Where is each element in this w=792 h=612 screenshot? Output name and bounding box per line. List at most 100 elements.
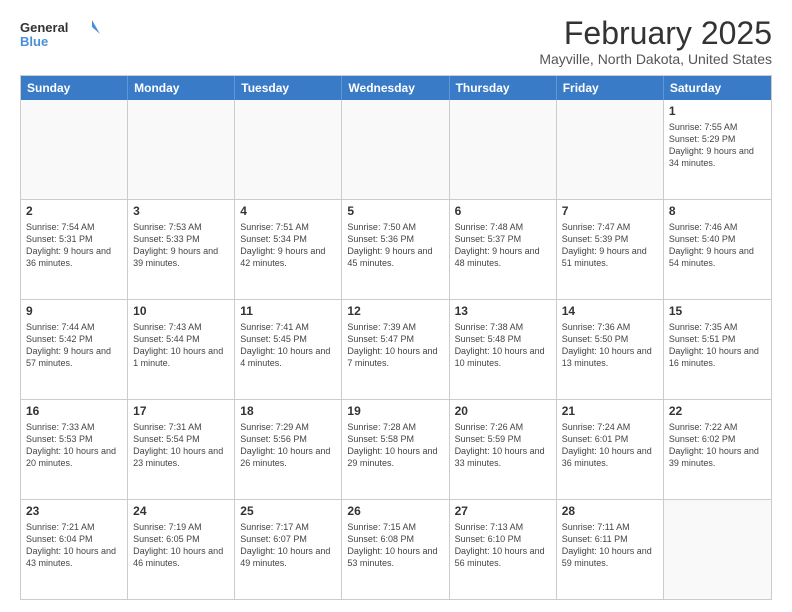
day-number: 12: [347, 304, 443, 320]
header: General Blue February 2025 Mayville, Nor…: [20, 16, 772, 67]
day-number: 20: [455, 404, 551, 420]
empty-cell: [450, 100, 557, 199]
day-info: Sunrise: 7:15 AM Sunset: 6:08 PM Dayligh…: [347, 521, 443, 570]
day-cell-12: 12Sunrise: 7:39 AM Sunset: 5:47 PM Dayli…: [342, 300, 449, 399]
day-info: Sunrise: 7:43 AM Sunset: 5:44 PM Dayligh…: [133, 321, 229, 370]
day-info: Sunrise: 7:47 AM Sunset: 5:39 PM Dayligh…: [562, 221, 658, 270]
day-cell-16: 16Sunrise: 7:33 AM Sunset: 5:53 PM Dayli…: [21, 400, 128, 499]
day-number: 4: [240, 204, 336, 220]
day-cell-25: 25Sunrise: 7:17 AM Sunset: 6:07 PM Dayli…: [235, 500, 342, 599]
weekday-header-monday: Monday: [128, 76, 235, 100]
day-cell-18: 18Sunrise: 7:29 AM Sunset: 5:56 PM Dayli…: [235, 400, 342, 499]
day-info: Sunrise: 7:54 AM Sunset: 5:31 PM Dayligh…: [26, 221, 122, 270]
day-info: Sunrise: 7:36 AM Sunset: 5:50 PM Dayligh…: [562, 321, 658, 370]
day-cell-13: 13Sunrise: 7:38 AM Sunset: 5:48 PM Dayli…: [450, 300, 557, 399]
day-cell-7: 7Sunrise: 7:47 AM Sunset: 5:39 PM Daylig…: [557, 200, 664, 299]
day-cell-10: 10Sunrise: 7:43 AM Sunset: 5:44 PM Dayli…: [128, 300, 235, 399]
day-info: Sunrise: 7:31 AM Sunset: 5:54 PM Dayligh…: [133, 421, 229, 470]
day-info: Sunrise: 7:53 AM Sunset: 5:33 PM Dayligh…: [133, 221, 229, 270]
day-info: Sunrise: 7:29 AM Sunset: 5:56 PM Dayligh…: [240, 421, 336, 470]
day-number: 17: [133, 404, 229, 420]
calendar: SundayMondayTuesdayWednesdayThursdayFrid…: [20, 75, 772, 600]
day-number: 28: [562, 504, 658, 520]
svg-text:General: General: [20, 20, 68, 35]
day-info: Sunrise: 7:44 AM Sunset: 5:42 PM Dayligh…: [26, 321, 122, 370]
day-number: 19: [347, 404, 443, 420]
day-number: 3: [133, 204, 229, 220]
day-info: Sunrise: 7:35 AM Sunset: 5:51 PM Dayligh…: [669, 321, 766, 370]
day-info: Sunrise: 7:38 AM Sunset: 5:48 PM Dayligh…: [455, 321, 551, 370]
day-number: 9: [26, 304, 122, 320]
calendar-header: SundayMondayTuesdayWednesdayThursdayFrid…: [21, 76, 771, 100]
day-number: 8: [669, 204, 766, 220]
page: General Blue February 2025 Mayville, Nor…: [0, 0, 792, 612]
day-number: 2: [26, 204, 122, 220]
day-cell-9: 9Sunrise: 7:44 AM Sunset: 5:42 PM Daylig…: [21, 300, 128, 399]
day-number: 21: [562, 404, 658, 420]
calendar-row-0: 1Sunrise: 7:55 AM Sunset: 5:29 PM Daylig…: [21, 100, 771, 199]
calendar-row-2: 9Sunrise: 7:44 AM Sunset: 5:42 PM Daylig…: [21, 299, 771, 399]
day-number: 14: [562, 304, 658, 320]
day-info: Sunrise: 7:13 AM Sunset: 6:10 PM Dayligh…: [455, 521, 551, 570]
calendar-row-3: 16Sunrise: 7:33 AM Sunset: 5:53 PM Dayli…: [21, 399, 771, 499]
weekday-header-wednesday: Wednesday: [342, 76, 449, 100]
weekday-header-friday: Friday: [557, 76, 664, 100]
calendar-row-1: 2Sunrise: 7:54 AM Sunset: 5:31 PM Daylig…: [21, 199, 771, 299]
day-cell-15: 15Sunrise: 7:35 AM Sunset: 5:51 PM Dayli…: [664, 300, 771, 399]
day-cell-24: 24Sunrise: 7:19 AM Sunset: 6:05 PM Dayli…: [128, 500, 235, 599]
day-info: Sunrise: 7:51 AM Sunset: 5:34 PM Dayligh…: [240, 221, 336, 270]
day-info: Sunrise: 7:28 AM Sunset: 5:58 PM Dayligh…: [347, 421, 443, 470]
day-cell-11: 11Sunrise: 7:41 AM Sunset: 5:45 PM Dayli…: [235, 300, 342, 399]
day-number: 23: [26, 504, 122, 520]
day-number: 10: [133, 304, 229, 320]
day-cell-4: 4Sunrise: 7:51 AM Sunset: 5:34 PM Daylig…: [235, 200, 342, 299]
empty-cell: [342, 100, 449, 199]
day-info: Sunrise: 7:24 AM Sunset: 6:01 PM Dayligh…: [562, 421, 658, 470]
day-cell-28: 28Sunrise: 7:11 AM Sunset: 6:11 PM Dayli…: [557, 500, 664, 599]
empty-cell: [235, 100, 342, 199]
empty-cell: [557, 100, 664, 199]
sub-title: Mayville, North Dakota, United States: [539, 51, 772, 67]
day-info: Sunrise: 7:48 AM Sunset: 5:37 PM Dayligh…: [455, 221, 551, 270]
day-cell-1: 1Sunrise: 7:55 AM Sunset: 5:29 PM Daylig…: [664, 100, 771, 199]
day-cell-27: 27Sunrise: 7:13 AM Sunset: 6:10 PM Dayli…: [450, 500, 557, 599]
day-info: Sunrise: 7:22 AM Sunset: 6:02 PM Dayligh…: [669, 421, 766, 470]
day-info: Sunrise: 7:55 AM Sunset: 5:29 PM Dayligh…: [669, 121, 766, 170]
day-info: Sunrise: 7:33 AM Sunset: 5:53 PM Dayligh…: [26, 421, 122, 470]
day-number: 26: [347, 504, 443, 520]
weekday-header-tuesday: Tuesday: [235, 76, 342, 100]
day-cell-3: 3Sunrise: 7:53 AM Sunset: 5:33 PM Daylig…: [128, 200, 235, 299]
day-number: 22: [669, 404, 766, 420]
svg-text:Blue: Blue: [20, 34, 48, 49]
weekday-header-thursday: Thursday: [450, 76, 557, 100]
empty-cell: [128, 100, 235, 199]
day-number: 5: [347, 204, 443, 220]
day-info: Sunrise: 7:11 AM Sunset: 6:11 PM Dayligh…: [562, 521, 658, 570]
day-cell-21: 21Sunrise: 7:24 AM Sunset: 6:01 PM Dayli…: [557, 400, 664, 499]
day-info: Sunrise: 7:41 AM Sunset: 5:45 PM Dayligh…: [240, 321, 336, 370]
day-number: 16: [26, 404, 122, 420]
calendar-body: 1Sunrise: 7:55 AM Sunset: 5:29 PM Daylig…: [21, 100, 771, 599]
logo-svg: General Blue: [20, 16, 100, 52]
day-info: Sunrise: 7:39 AM Sunset: 5:47 PM Dayligh…: [347, 321, 443, 370]
day-cell-17: 17Sunrise: 7:31 AM Sunset: 5:54 PM Dayli…: [128, 400, 235, 499]
day-info: Sunrise: 7:26 AM Sunset: 5:59 PM Dayligh…: [455, 421, 551, 470]
day-number: 24: [133, 504, 229, 520]
weekday-header-saturday: Saturday: [664, 76, 771, 100]
day-info: Sunrise: 7:17 AM Sunset: 6:07 PM Dayligh…: [240, 521, 336, 570]
empty-cell: [664, 500, 771, 599]
day-info: Sunrise: 7:19 AM Sunset: 6:05 PM Dayligh…: [133, 521, 229, 570]
day-cell-8: 8Sunrise: 7:46 AM Sunset: 5:40 PM Daylig…: [664, 200, 771, 299]
day-number: 18: [240, 404, 336, 420]
empty-cell: [21, 100, 128, 199]
calendar-row-4: 23Sunrise: 7:21 AM Sunset: 6:04 PM Dayli…: [21, 499, 771, 599]
day-info: Sunrise: 7:50 AM Sunset: 5:36 PM Dayligh…: [347, 221, 443, 270]
day-cell-20: 20Sunrise: 7:26 AM Sunset: 5:59 PM Dayli…: [450, 400, 557, 499]
day-info: Sunrise: 7:46 AM Sunset: 5:40 PM Dayligh…: [669, 221, 766, 270]
day-cell-26: 26Sunrise: 7:15 AM Sunset: 6:08 PM Dayli…: [342, 500, 449, 599]
day-number: 11: [240, 304, 336, 320]
day-number: 25: [240, 504, 336, 520]
day-cell-14: 14Sunrise: 7:36 AM Sunset: 5:50 PM Dayli…: [557, 300, 664, 399]
weekday-header-sunday: Sunday: [21, 76, 128, 100]
day-number: 27: [455, 504, 551, 520]
